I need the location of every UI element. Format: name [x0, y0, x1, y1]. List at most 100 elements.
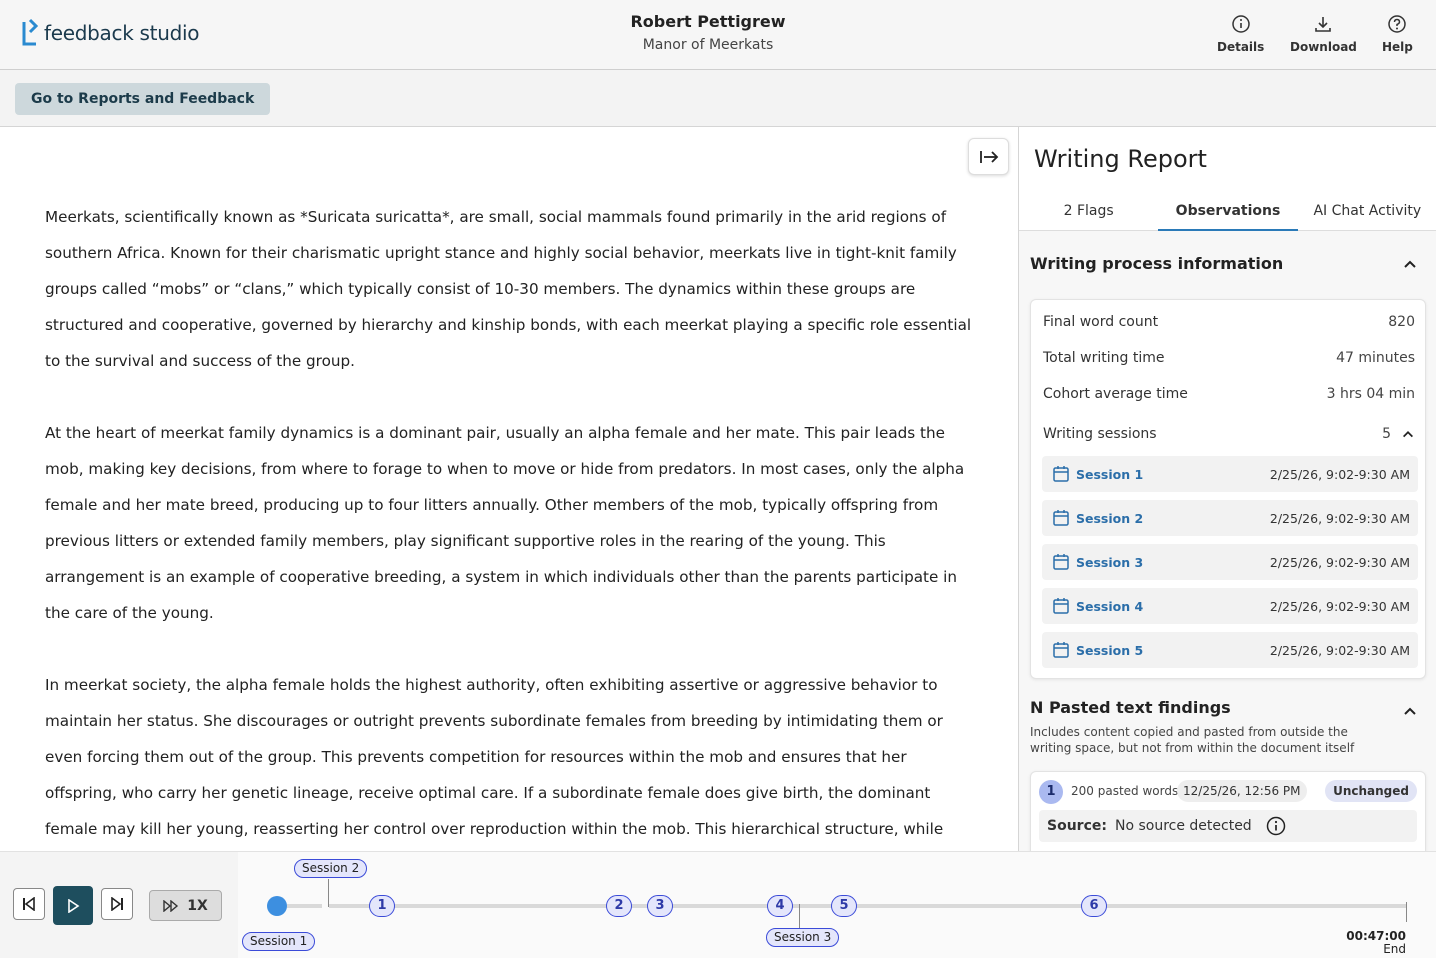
report-tabs: 2 Flags Observations AI Chat Activity — [1019, 195, 1436, 231]
paragraph: Meerkats, scientifically known as *Suric… — [45, 208, 972, 370]
final-word-count-row: Final word count 820 — [1043, 314, 1415, 330]
row-label: Cohort average time — [1043, 386, 1188, 402]
play-icon — [68, 898, 80, 913]
speed-label: 1X — [187, 897, 208, 914]
session-name: Session 3 — [1076, 554, 1144, 570]
session-item-2[interactable]: Session 2 2/25/26, 9:02-9:30 AM — [1042, 500, 1418, 536]
timeline-end-tick — [1406, 902, 1407, 922]
status-badge: Unchanged — [1325, 780, 1417, 802]
panel-header: Writing Report 2 Flags Observations AI C… — [1019, 127, 1436, 231]
cohort-average-time-row: Cohort average time 3 hrs 04 min — [1043, 386, 1415, 402]
session-tag-3[interactable]: Session 3 — [766, 928, 840, 947]
finding-number-badge: 1 — [1039, 780, 1063, 804]
pasted-date-badge: 12/25/26, 12:56 PM — [1177, 780, 1307, 802]
document-viewer: Meerkats, scientifically known as *Suric… — [0, 127, 1018, 851]
help-icon — [1388, 15, 1407, 33]
chevron-up-icon[interactable] — [1402, 703, 1418, 719]
total-writing-time-row: Total writing time 47 minutes — [1043, 350, 1415, 366]
row-value: 3 hrs 04 min — [1326, 386, 1415, 402]
source-label: Source: — [1047, 818, 1107, 834]
session-name: Session 4 — [1076, 598, 1144, 614]
row-value: 47 minutes — [1336, 350, 1415, 366]
writing-report-panel: Writing Report 2 Flags Observations AI C… — [1018, 127, 1436, 851]
session-tag-1[interactable]: Session 1 — [242, 932, 316, 951]
writing-sessions-row[interactable]: Writing sessions 5 — [1043, 426, 1415, 442]
row-label: Total writing time — [1043, 350, 1165, 366]
session-name: Session 1 — [1076, 466, 1144, 482]
session-divider — [799, 904, 800, 930]
skip-to-start-button[interactable] — [13, 888, 45, 920]
info-icon — [1231, 15, 1250, 33]
skip-start-icon — [23, 897, 35, 911]
session-date: 2/25/26, 9:02-9:30 AM — [1269, 466, 1410, 482]
session-date: 2/25/26, 9:02-9:30 AM — [1269, 598, 1410, 614]
session-date: 2/25/26, 9:02-9:30 AM — [1269, 510, 1410, 526]
writing-process-heading: Writing process information — [1030, 254, 1284, 273]
action-bar: Go to Reports and Feedback — [0, 70, 1436, 127]
chevron-up-icon[interactable] — [1402, 256, 1418, 272]
go-to-reports-button[interactable]: Go to Reports and Feedback — [15, 83, 271, 115]
timeline-marker-3[interactable]: 3 — [647, 895, 673, 917]
session-item-5[interactable]: Session 5 2/25/26, 9:02-9:30 AM — [1042, 632, 1418, 668]
paragraph: At the heart of meerkat family dynamics … — [45, 424, 965, 622]
calendar-icon — [1053, 466, 1069, 482]
source-value: No source detected — [1114, 818, 1252, 834]
assignment-title: Manor of Meerkats — [642, 37, 774, 53]
source-row: Source: No source detected — [1039, 810, 1417, 842]
download-icon — [1315, 17, 1332, 32]
pasted-text-heading: N Pasted text findings — [1030, 698, 1231, 717]
session-item-1[interactable]: Session 1 2/25/26, 9:02-9:30 AM — [1042, 456, 1418, 492]
calendar-icon — [1053, 510, 1069, 526]
timeline-marker-4[interactable]: 4 — [767, 895, 793, 917]
calendar-icon — [1053, 642, 1069, 658]
row-label: Final word count — [1043, 314, 1159, 330]
session-item-4[interactable]: Session 4 2/25/26, 9:02-9:30 AM — [1042, 588, 1418, 624]
skip-end-icon — [111, 897, 123, 911]
student-info: Robert Pettigrew Manor of Meerkats — [0, 12, 1416, 53]
timeline-marker-2[interactable]: 2 — [606, 895, 632, 917]
end-label: End — [1383, 942, 1406, 956]
play-button[interactable] — [53, 886, 93, 925]
row-label: Writing sessions — [1043, 426, 1157, 442]
arrow-right-bar-icon — [979, 150, 998, 163]
info-icon[interactable] — [1266, 816, 1286, 836]
timeline-marker-5[interactable]: 5 — [831, 895, 857, 917]
document-text: Meerkats, scientifically known as *Suric… — [45, 199, 980, 851]
student-name: Robert Pettigrew — [630, 12, 786, 31]
download-button[interactable]: Download — [1290, 14, 1357, 54]
session-date: 2/25/26, 9:02-9:30 AM — [1269, 642, 1410, 658]
playhead[interactable] — [267, 896, 287, 916]
panel-title: Writing Report — [1034, 145, 1207, 173]
timeline-track — [329, 904, 1407, 908]
timeline-marker-6[interactable]: 6 — [1081, 895, 1107, 917]
timeline-track — [287, 904, 322, 908]
pasted-description: Includes content copied and pasted from … — [1030, 725, 1355, 755]
details-label: Details — [1217, 40, 1265, 54]
session-tag-2[interactable]: Session 2 — [294, 859, 368, 878]
session-name: Session 2 — [1076, 510, 1144, 526]
collapse-panel-button[interactable] — [968, 138, 1009, 175]
sessions-count: 5 — [1382, 426, 1391, 442]
tab-ai-chat-activity[interactable]: AI Chat Activity — [1298, 195, 1436, 231]
skip-to-end-button[interactable] — [101, 888, 133, 920]
end-time: 00:47:00 — [1346, 929, 1406, 943]
session-item-3[interactable]: Session 3 2/25/26, 9:02-9:30 AM — [1042, 544, 1418, 580]
pasted-finding-card[interactable]: 1 200 pasted words 12/25/26, 12:56 PM Un… — [1030, 771, 1426, 851]
calendar-icon — [1053, 598, 1069, 614]
playback-speed-button[interactable]: 1X — [149, 890, 222, 921]
fast-forward-icon — [163, 899, 179, 912]
timeline-marker-1[interactable]: 1 — [369, 895, 395, 917]
top-header: feedback studio Robert Pettigrew Manor o… — [0, 0, 1436, 70]
playback-bar: 1X 1 2 3 4 5 6 Session 1 Session 2 Sessi… — [0, 851, 1436, 958]
tab-flags[interactable]: 2 Flags — [1019, 195, 1158, 231]
details-button[interactable]: Details — [1217, 14, 1264, 54]
help-button[interactable]: Help — [1382, 14, 1413, 54]
chevron-up-icon[interactable] — [1401, 427, 1415, 441]
session-name: Session 5 — [1076, 642, 1144, 658]
playback-controls: 1X — [0, 852, 238, 958]
calendar-icon — [1053, 554, 1069, 570]
download-label: Download — [1290, 40, 1357, 54]
pasted-words: 200 pasted words — [1071, 784, 1179, 798]
paragraph: In meerkat society, the alpha female hol… — [45, 676, 944, 838]
tab-observations[interactable]: Observations — [1158, 195, 1298, 231]
